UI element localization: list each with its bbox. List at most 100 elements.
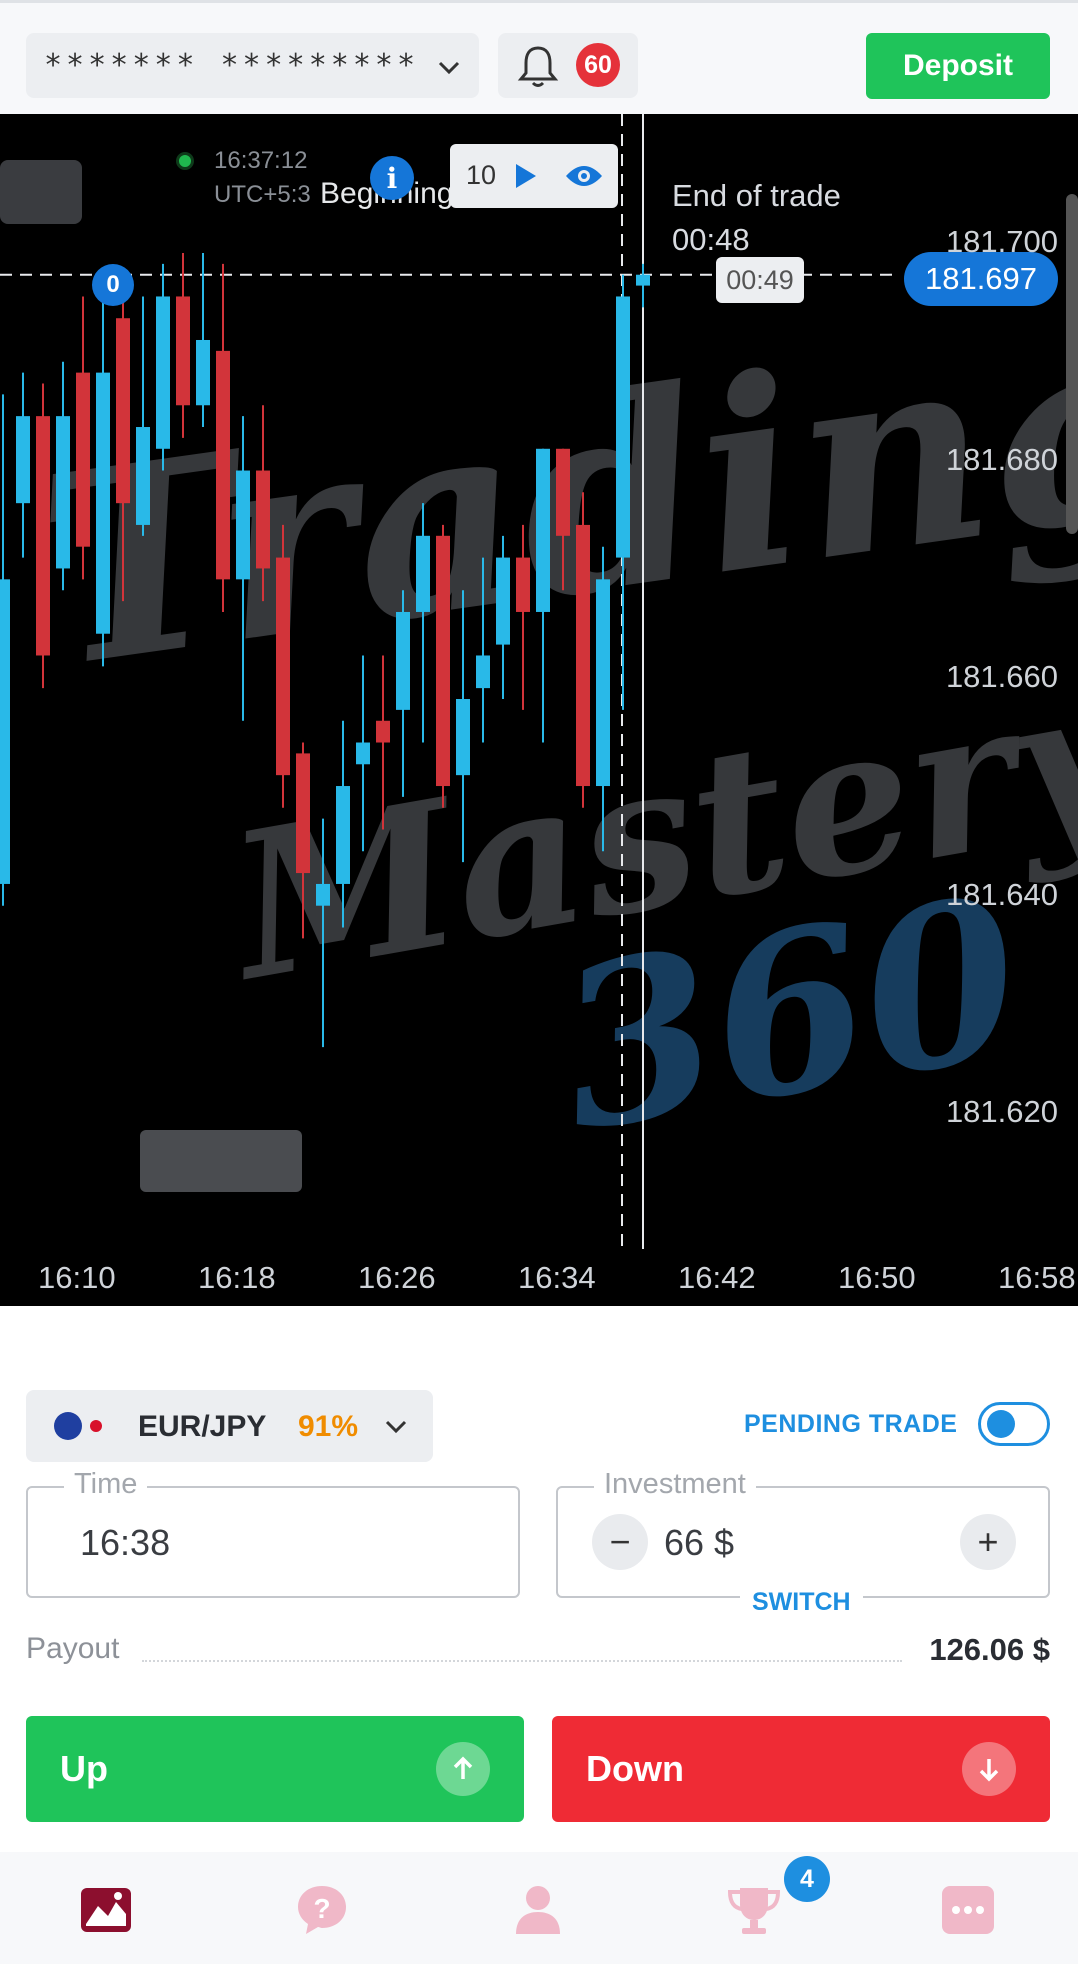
end-of-trade-time: 00:48 xyxy=(672,222,750,257)
candle-body xyxy=(356,742,370,765)
trophy-count-badge: 4 xyxy=(784,1856,830,1902)
x-tick-label: 16:50 xyxy=(838,1260,916,1295)
candle-body xyxy=(216,350,230,580)
eye-icon[interactable] xyxy=(564,162,604,190)
candle-body xyxy=(316,883,330,906)
play-icon[interactable] xyxy=(514,162,538,190)
server-timezone: UTC+5:3 xyxy=(214,181,311,208)
trade-marker-badge: 0 xyxy=(92,264,134,306)
y-tick-label: 181.620 xyxy=(945,1094,1058,1130)
x-tick-label: 16:58 xyxy=(998,1260,1076,1295)
asset-selector[interactable]: EUR/JPY 91% xyxy=(26,1390,433,1462)
candle-body xyxy=(436,535,450,787)
decrease-investment-button[interactable]: − xyxy=(592,1514,648,1570)
candle-body xyxy=(376,720,390,743)
down-button[interactable]: Down xyxy=(552,1716,1050,1822)
candle-body xyxy=(56,416,70,569)
candle-body xyxy=(156,296,170,449)
investment-field-value[interactable]: 66 $ xyxy=(664,1522,734,1564)
candle-body xyxy=(536,448,550,612)
x-tick-label: 16:10 xyxy=(38,1260,116,1295)
price-chart[interactable]: Trading Mastery 360 16:37:12 UTC+5:3 Beg… xyxy=(0,114,1078,1306)
increase-investment-button[interactable]: + xyxy=(960,1514,1016,1570)
x-tick-label: 16:18 xyxy=(198,1260,276,1295)
candle-body xyxy=(36,416,50,656)
candle-body xyxy=(116,318,130,504)
pending-trade-label: PENDING TRADE xyxy=(744,1410,958,1438)
candle-body xyxy=(296,753,310,874)
candle-body xyxy=(456,699,470,776)
switch-button[interactable]: SWITCH xyxy=(740,1588,863,1617)
trophy-tab-icon[interactable] xyxy=(726,1882,782,1938)
candle-body xyxy=(396,611,410,710)
candle-body xyxy=(336,786,350,884)
candle-body xyxy=(416,535,430,612)
candle-body xyxy=(236,470,250,580)
price-scale-scrollbar[interactable] xyxy=(1066,194,1078,534)
candle-body xyxy=(96,372,110,634)
candle-body xyxy=(516,557,530,612)
candle-body xyxy=(636,274,650,286)
x-tick-label: 16:42 xyxy=(678,1260,756,1295)
arrow-up-icon xyxy=(436,1742,490,1796)
account-name-masked: ******* ********* xyxy=(44,48,420,83)
candle-body xyxy=(196,339,210,406)
account-selector[interactable]: ******* ********* xyxy=(26,33,479,98)
end-of-trade-label: End of trade xyxy=(672,178,841,213)
current-price-badge: 181.697 xyxy=(904,252,1058,306)
down-button-label: Down xyxy=(586,1748,684,1789)
time-field-label: Time xyxy=(64,1468,148,1501)
chevron-down-icon xyxy=(385,1420,407,1434)
pending-trade-toggle[interactable] xyxy=(978,1402,1050,1446)
server-clock: 16:37:12 UTC+5:3 xyxy=(214,144,311,212)
payout-label: Payout xyxy=(26,1632,120,1665)
asset-name: EUR/JPY xyxy=(138,1410,267,1443)
candle-body xyxy=(616,296,630,558)
chart-speed-control[interactable]: 10 xyxy=(450,144,618,208)
candle-body xyxy=(576,524,590,787)
asset-payout-percent: 91% xyxy=(298,1410,359,1443)
server-time: 16:37:12 xyxy=(214,147,308,174)
connection-status-icon xyxy=(176,152,194,170)
x-tick-label: 16:34 xyxy=(518,1260,596,1295)
y-tick-label: 181.680 xyxy=(945,441,1058,477)
info-icon[interactable]: i xyxy=(370,156,414,200)
more-tab-icon[interactable] xyxy=(940,1882,996,1938)
toggle-knob xyxy=(987,1410,1015,1438)
end-of-trade-info: End of trade 00:48 xyxy=(672,174,841,262)
notification-count-badge: 60 xyxy=(576,43,620,87)
candle-body xyxy=(0,579,10,884)
investment-field-label: Investment xyxy=(594,1468,756,1501)
investment-field[interactable]: Investment − 66 $ + xyxy=(556,1468,1050,1598)
eu-flag-icon xyxy=(54,1412,82,1440)
jp-flag-icon xyxy=(90,1420,102,1432)
candle-body xyxy=(16,416,30,504)
candle-body xyxy=(496,557,510,645)
candle-body xyxy=(596,579,610,787)
up-button[interactable]: Up xyxy=(26,1716,524,1822)
top-bar: ******* ********* 60 Deposit xyxy=(0,0,1078,114)
candle-body xyxy=(176,296,190,406)
time-field-value: 16:38 xyxy=(80,1522,171,1563)
candle-body xyxy=(136,427,150,525)
candle-body xyxy=(76,372,90,547)
payout-value: 126.06 $ xyxy=(929,1632,1050,1667)
chart-tool-placeholder[interactable] xyxy=(0,160,82,224)
y-tick-label: 181.640 xyxy=(945,876,1058,912)
speed-value: 10 xyxy=(466,160,497,190)
y-tick-label: 181.660 xyxy=(945,659,1058,695)
payout-divider xyxy=(142,1660,902,1662)
chart-tab-icon[interactable] xyxy=(78,1882,134,1938)
time-field[interactable]: Time 16:38 xyxy=(26,1468,520,1598)
x-tick-label: 16:26 xyxy=(358,1260,436,1295)
candle-body xyxy=(256,470,270,569)
deposit-button[interactable]: Deposit xyxy=(866,33,1050,99)
countdown-badge: 00:49 xyxy=(716,257,804,303)
y-tick-label: 181.700 xyxy=(945,224,1058,260)
bell-icon xyxy=(517,46,559,87)
arrow-down-icon xyxy=(962,1742,1016,1796)
profile-tab-icon[interactable] xyxy=(510,1882,566,1938)
candle-body xyxy=(556,448,570,536)
chart-label-placeholder xyxy=(140,1130,302,1192)
help-tab-icon[interactable]: ? xyxy=(294,1882,350,1938)
